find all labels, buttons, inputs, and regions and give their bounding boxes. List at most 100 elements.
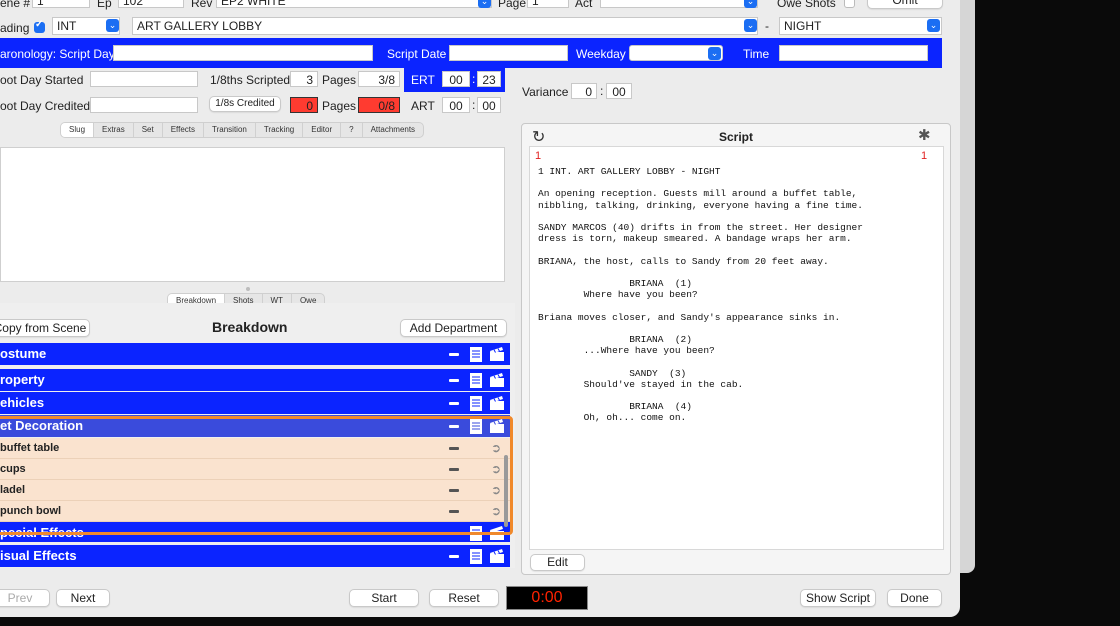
tab-set[interactable]: Set — [134, 123, 163, 137]
ert-minutes-field[interactable]: 00 — [442, 71, 470, 87]
script-line: SANDY MARCOS (40) drifts in from the str… — [538, 222, 863, 233]
remove-item-icon[interactable] — [449, 489, 459, 492]
act-dropdown-button[interactable]: ⌄ — [744, 0, 757, 8]
collapse-icon[interactable] — [447, 371, 461, 389]
script-text-area[interactable]: 1 1 1 INT. ART GALLERY LOBBY - NIGHT An o… — [529, 146, 944, 550]
chronology-bar: aronology: Script Day Script Date Weekda… — [0, 38, 942, 68]
tab-tracking[interactable]: Tracking — [256, 123, 304, 137]
tab-help[interactable]: ? — [341, 123, 363, 137]
clapperboard-icon[interactable] — [488, 524, 506, 542]
tab-effects[interactable]: Effects — [163, 123, 205, 137]
split-handle[interactable] — [246, 287, 250, 291]
time-label: Time — [743, 47, 770, 61]
rev-dropdown-button[interactable]: ⌄ — [478, 0, 491, 8]
scene-number-field[interactable]: 1 — [32, 0, 90, 8]
list-item[interactable]: ladel ➲ — [0, 480, 510, 501]
ert-seconds-field[interactable]: 23 — [477, 71, 501, 87]
clapperboard-icon[interactable] — [488, 417, 506, 435]
notes-icon[interactable] — [468, 371, 484, 389]
eighths-credited-field[interactable]: 0 — [290, 97, 318, 113]
rev-field[interactable]: EP2 WHITE — [216, 0, 492, 8]
art-seconds-field[interactable]: 00 — [477, 97, 501, 113]
heading-checkbox[interactable] — [34, 19, 45, 33]
remove-item-icon[interactable] — [449, 468, 459, 471]
notes-icon[interactable] — [468, 394, 484, 412]
page-label: Page — [498, 0, 527, 10]
weekday-dropdown-button[interactable]: ⌄ — [708, 47, 721, 60]
slug-tab-bar: Slug Extras Set Effects Transition Track… — [60, 122, 425, 138]
ep-field[interactable]: 102 — [118, 0, 184, 8]
show-script-button[interactable]: Show Script — [800, 589, 876, 607]
notes-icon[interactable] — [468, 524, 484, 542]
collapse-icon[interactable] — [447, 345, 461, 363]
script-title: Script — [718, 130, 753, 144]
notes-icon[interactable] — [468, 417, 484, 435]
reset-button[interactable]: Reset — [429, 589, 499, 607]
act-field[interactable] — [600, 0, 758, 8]
tab-slug[interactable]: Slug — [61, 123, 95, 137]
list-item[interactable]: punch bowl ➲ — [0, 501, 510, 522]
variance-minutes-field[interactable]: 0 — [571, 83, 597, 99]
tab-extras[interactable]: Extras — [94, 123, 134, 137]
list-item[interactable]: cups ➲ — [0, 459, 510, 480]
tab-attachments[interactable]: Attachments — [363, 123, 423, 137]
page-number-right: 1 — [921, 150, 928, 162]
clapperboard-icon[interactable] — [488, 345, 506, 363]
art-colon: : — [472, 98, 476, 112]
next-button[interactable]: Next — [56, 589, 110, 607]
clapperboard-icon[interactable] — [488, 547, 506, 565]
collapse-icon[interactable] — [447, 547, 461, 565]
list-item[interactable]: buffet table ➲ — [0, 438, 510, 459]
clapperboard-icon[interactable] — [488, 394, 506, 412]
go-arrow-icon[interactable]: ➲ — [491, 483, 501, 497]
department-property[interactable]: roperty — [0, 369, 510, 391]
asterisk-icon[interactable]: ✱ — [918, 126, 931, 144]
art-label: ART — [411, 99, 435, 113]
department-visual-effects[interactable]: isual Effects — [0, 545, 510, 567]
time-of-day-field[interactable]: NIGHT — [779, 17, 942, 35]
timer-display: 0:00 — [506, 586, 588, 610]
time-field[interactable] — [779, 45, 928, 61]
owe-shots-checkbox[interactable] — [844, 0, 855, 8]
collapse-icon[interactable] — [447, 394, 461, 412]
collapse-icon[interactable] — [447, 417, 461, 435]
start-button[interactable]: Start — [349, 589, 419, 607]
art-minutes-field[interactable]: 00 — [442, 97, 470, 113]
add-department-button[interactable]: Add Department — [400, 319, 507, 337]
variance-seconds-field[interactable]: 00 — [606, 83, 632, 99]
eighths-credited-button[interactable]: 1/8s Credited — [209, 96, 281, 112]
page-field[interactable]: 1 — [527, 0, 569, 8]
slug-text-area[interactable] — [0, 147, 505, 282]
department-vehicles[interactable]: ehicles — [0, 392, 510, 414]
location-dropdown-button[interactable]: ⌄ — [744, 19, 757, 32]
tab-editor[interactable]: Editor — [303, 123, 342, 137]
go-arrow-icon[interactable]: ➲ — [491, 462, 501, 476]
omit-button[interactable]: Omit — [867, 0, 943, 9]
breakdown-scrollbar[interactable] — [504, 455, 508, 527]
remove-item-icon[interactable] — [449, 510, 459, 513]
int-ext-dropdown-button[interactable]: ⌄ — [106, 19, 119, 32]
prev-button[interactable]: Prev — [0, 589, 50, 607]
go-arrow-icon[interactable]: ➲ — [491, 504, 501, 518]
clapperboard-icon[interactable] — [488, 371, 506, 389]
shoot-day-credited-field[interactable] — [90, 97, 198, 113]
tab-transition[interactable]: Transition — [204, 123, 256, 137]
item-name: cups — [0, 463, 26, 475]
location-field[interactable]: ART GALLERY LOBBY — [132, 17, 758, 35]
department-set-decoration[interactable]: et Decoration — [0, 415, 510, 437]
edit-script-button[interactable]: Edit — [530, 554, 585, 571]
script-date-field[interactable] — [449, 45, 568, 61]
scene-number-label: ene # — [0, 0, 31, 10]
script-line: BRIANA, the host, calls to Sandy from 20… — [538, 255, 829, 267]
notes-icon[interactable] — [468, 345, 484, 363]
done-button[interactable]: Done — [887, 589, 942, 607]
department-special-effects[interactable]: pecial Effects — [0, 522, 510, 542]
copy-from-scene-button[interactable]: Copy from Scene — [0, 319, 90, 337]
remove-item-icon[interactable] — [449, 447, 459, 450]
notes-icon[interactable] — [468, 547, 484, 565]
department-costume[interactable]: ostume — [0, 343, 510, 365]
go-arrow-icon[interactable]: ➲ — [491, 441, 501, 455]
shoot-day-started-field[interactable] — [90, 71, 198, 87]
time-of-day-dropdown-button[interactable]: ⌄ — [927, 19, 940, 32]
script-day-field[interactable] — [113, 45, 373, 61]
